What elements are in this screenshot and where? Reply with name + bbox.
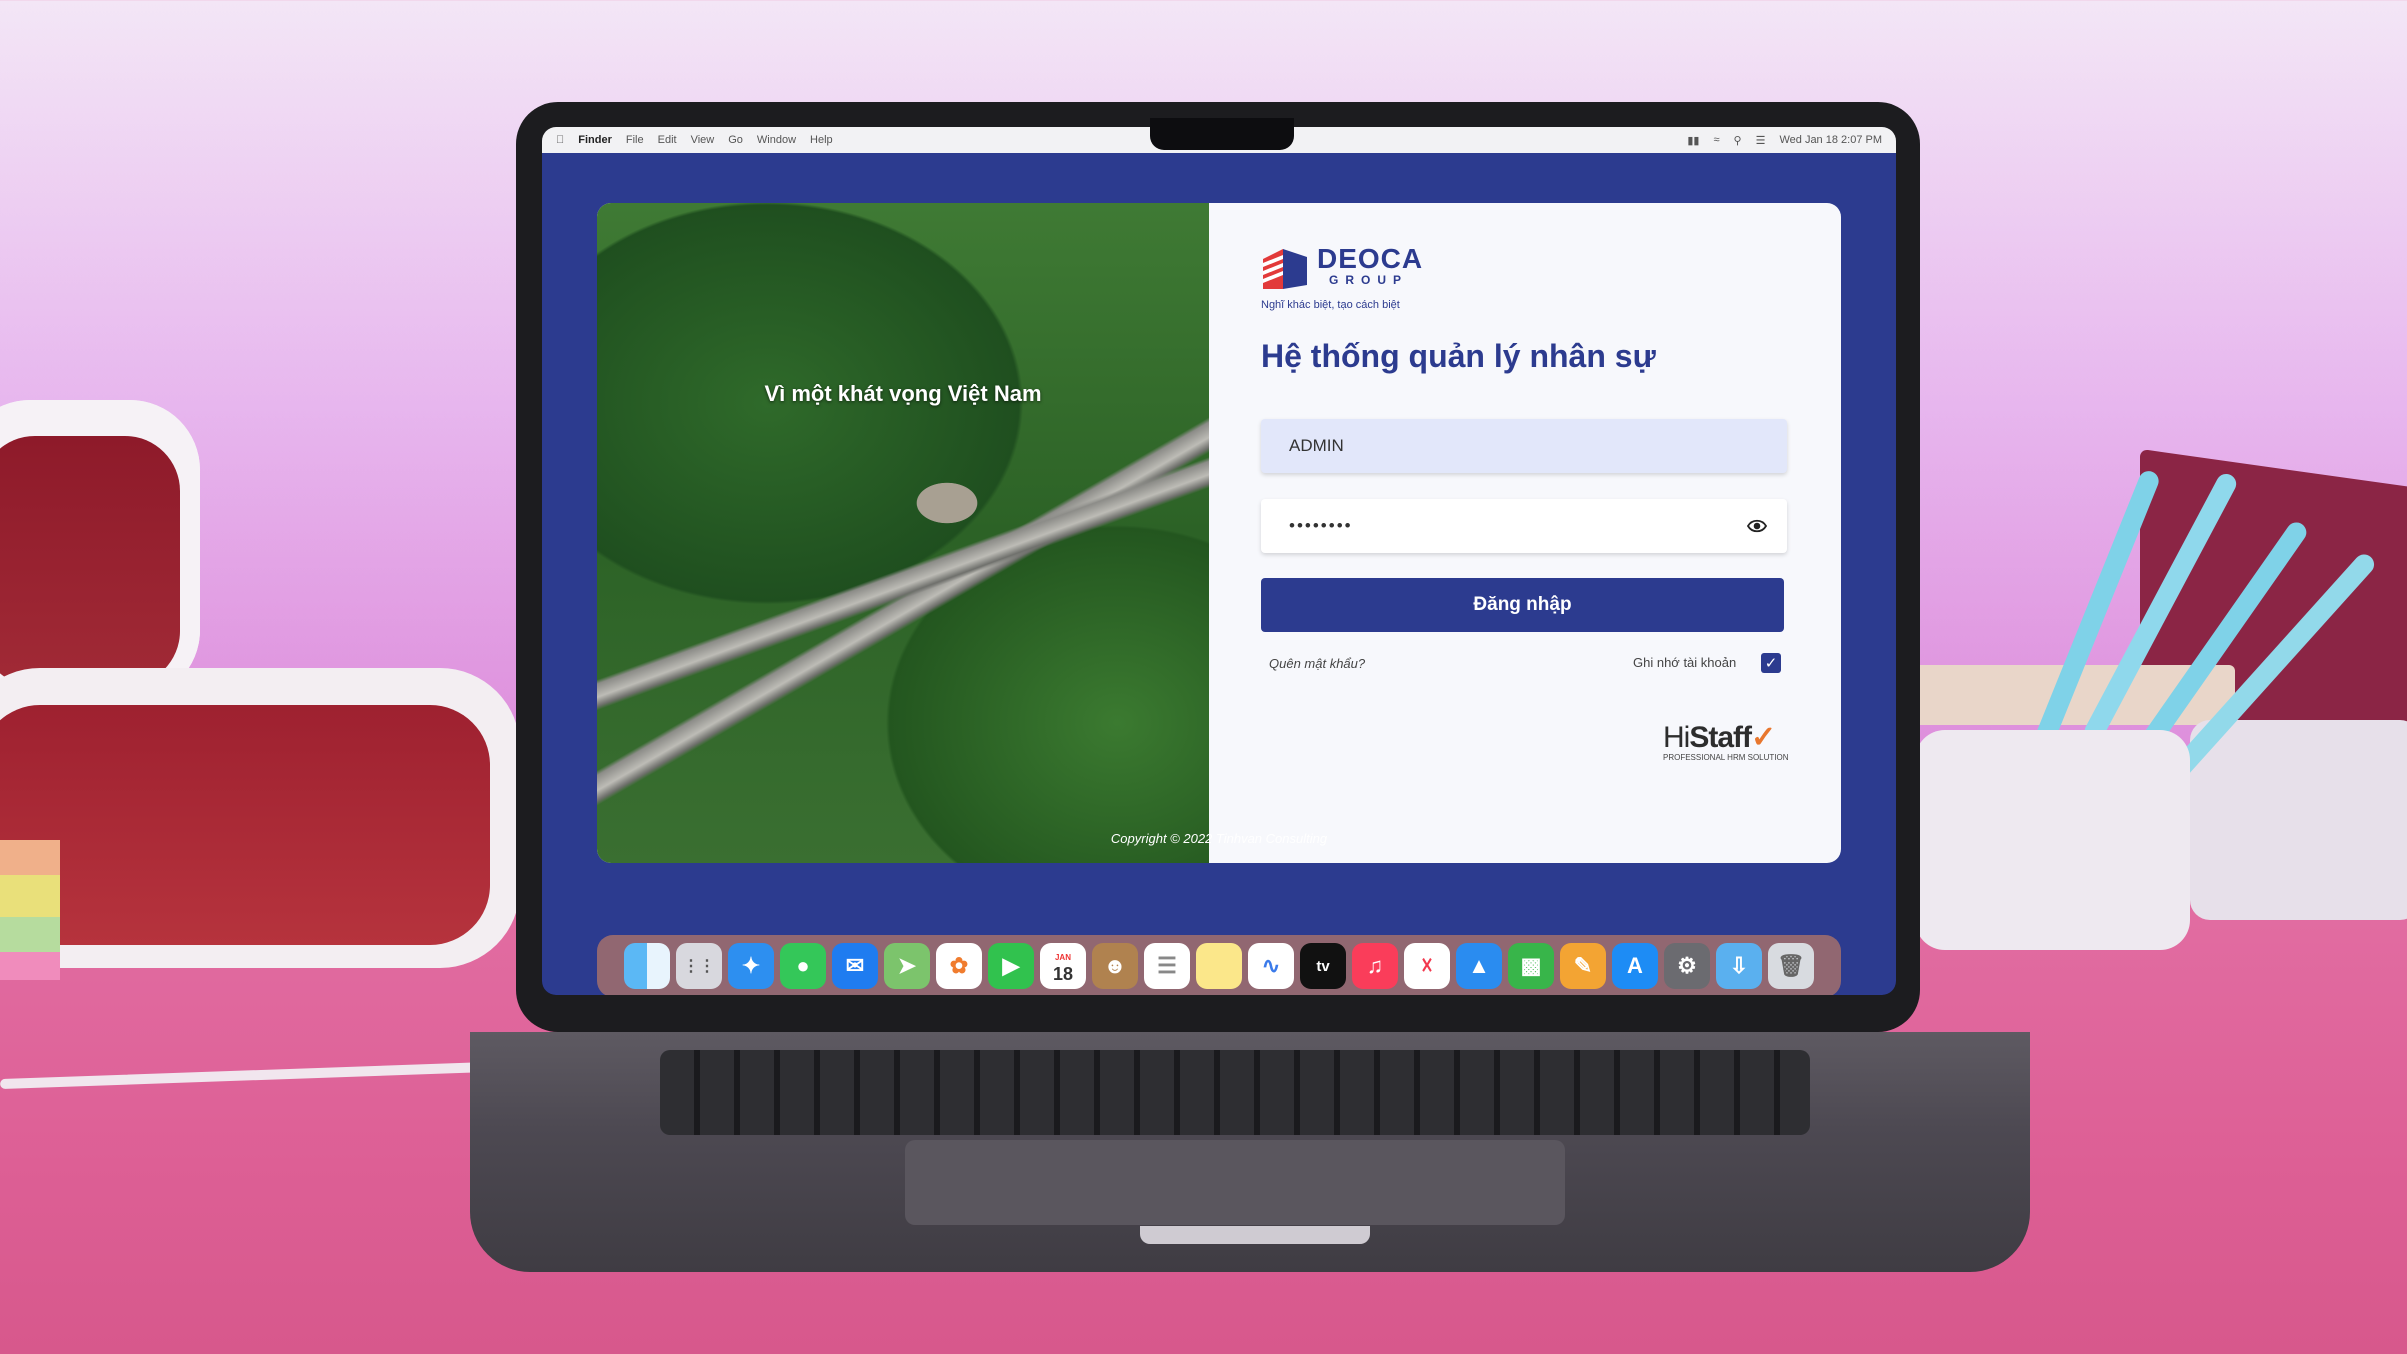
- username-value: ADMIN: [1289, 436, 1344, 455]
- eye-icon[interactable]: [1746, 517, 1768, 535]
- facetime-icon[interactable]: ▶: [988, 943, 1034, 989]
- desktop: Vì một khát vọng Việt Nam DEOCA GROUP Ng…: [542, 153, 1896, 995]
- contacts-icon[interactable]: ☻: [1092, 943, 1138, 989]
- appletv-label: tv: [1316, 957, 1330, 975]
- logo-name: DEOCA: [1317, 243, 1424, 274]
- shelf-decor-inner: [0, 705, 490, 945]
- password-field[interactable]: ••••••••: [1261, 499, 1787, 553]
- pen-cup: [1915, 730, 2190, 950]
- sticky-notes: [0, 840, 60, 980]
- calendar-icon[interactable]: JAN 18: [1040, 943, 1086, 989]
- username-field[interactable]: ADMIN: [1261, 419, 1787, 473]
- pages-icon[interactable]: ✎: [1560, 943, 1606, 989]
- login-panel: DEOCA GROUP Nghĩ khác biệt, tạo cách biệ…: [1209, 203, 1841, 863]
- logo-slogan: Nghĩ khác biệt, tạo cách biệt: [1261, 299, 1400, 311]
- pen-holder: [2190, 720, 2407, 920]
- keyboard: [660, 1050, 1810, 1135]
- forgot-password-link[interactable]: Quên mật khẩu?: [1269, 656, 1365, 671]
- control-center-icon[interactable]: ☰: [1756, 134, 1766, 147]
- battery-icon[interactable]: ▮▮: [1687, 134, 1699, 147]
- reminders-icon[interactable]: ☰: [1144, 943, 1190, 989]
- dock: ⋮⋮ ✦ ● ✉ ➤ ✿ ▶ JAN 18 ☻ ☰ ∿ tv ♫ ☓ ▲ ▩ ✎…: [597, 935, 1841, 995]
- search-icon[interactable]: ⚲: [1734, 134, 1742, 147]
- notes-icon[interactable]: [1196, 943, 1242, 989]
- company-logo: DEOCA GROUP: [1261, 245, 1423, 291]
- page-title: Hệ thống quản lý nhân sự: [1261, 338, 1656, 374]
- logo-group: GROUP: [1329, 273, 1409, 287]
- highway-photo: Vì một khát vọng Việt Nam: [597, 203, 1209, 863]
- deoca-logo-icon: [1261, 245, 1309, 291]
- menu-go[interactable]: Go: [728, 134, 743, 146]
- menu-app-name[interactable]: Finder: [578, 134, 612, 146]
- launchpad-icon[interactable]: ⋮⋮: [676, 943, 722, 989]
- shelf-decor-inner: [0, 436, 180, 686]
- finder-icon[interactable]: [624, 943, 670, 989]
- camera-notch: [1150, 118, 1294, 150]
- laptop-screen:  Finder File Edit View Go Window Help ▮…: [542, 127, 1896, 995]
- histaff-prefix: Hi: [1663, 721, 1690, 754]
- remember-me-checkbox[interactable]: ✓: [1761, 653, 1781, 673]
- password-value: ••••••••: [1289, 516, 1353, 535]
- downloads-icon[interactable]: ⇩: [1716, 943, 1762, 989]
- login-button[interactable]: Đăng nhập: [1261, 578, 1784, 632]
- appletv-icon[interactable]: tv: [1300, 943, 1346, 989]
- appstore-icon[interactable]: A: [1612, 943, 1658, 989]
- numbers-icon[interactable]: ▩: [1508, 943, 1554, 989]
- checkmark-icon: ✓: [1751, 721, 1776, 754]
- keynote-icon[interactable]: ▲: [1456, 943, 1502, 989]
- calendar-day: 18: [1052, 964, 1074, 984]
- menu-edit[interactable]: Edit: [658, 134, 677, 146]
- remember-me-label: Ghi nhớ tài khoản: [1633, 655, 1737, 670]
- news-icon[interactable]: ☓: [1404, 943, 1450, 989]
- checkmark-icon: ✓: [1764, 655, 1778, 672]
- freeform-icon[interactable]: ∿: [1248, 943, 1294, 989]
- trackpad: [905, 1140, 1565, 1225]
- music-icon[interactable]: ♫: [1352, 943, 1398, 989]
- settings-icon[interactable]: ⚙: [1664, 943, 1710, 989]
- histaff-logo: HiStaff✓ PROFESSIONAL HRM SOLUTION: [1663, 721, 1789, 763]
- wifi-icon[interactable]: ≈: [1713, 134, 1719, 147]
- photos-icon[interactable]: ✿: [936, 943, 982, 989]
- mail-icon[interactable]: ✉: [832, 943, 878, 989]
- menu-file[interactable]: File: [626, 134, 644, 146]
- login-card: Vì một khát vọng Việt Nam DEOCA GROUP Ng…: [597, 203, 1841, 863]
- photo-caption: Vì một khát vọng Việt Nam: [764, 381, 1042, 406]
- histaff-tagline: PROFESSIONAL HRM SOLUTION: [1663, 753, 1789, 762]
- copyright-text: Copyright © 2022 Tinhvan Consulting: [1110, 831, 1328, 846]
- messages-icon[interactable]: ●: [780, 943, 826, 989]
- menu-view[interactable]: View: [691, 134, 715, 146]
- menu-window[interactable]: Window: [757, 134, 796, 146]
- maps-icon[interactable]: ➤: [884, 943, 930, 989]
- menu-help[interactable]: Help: [810, 134, 833, 146]
- trash-icon[interactable]: 🗑: [1768, 943, 1814, 989]
- laptop-lip: [1140, 1226, 1370, 1244]
- menu-clock[interactable]: Wed Jan 18 2:07 PM: [1779, 134, 1882, 147]
- safari-icon[interactable]: ✦: [728, 943, 774, 989]
- histaff-main: Staff: [1689, 721, 1752, 754]
- apple-menu-icon[interactable]: : [556, 134, 564, 146]
